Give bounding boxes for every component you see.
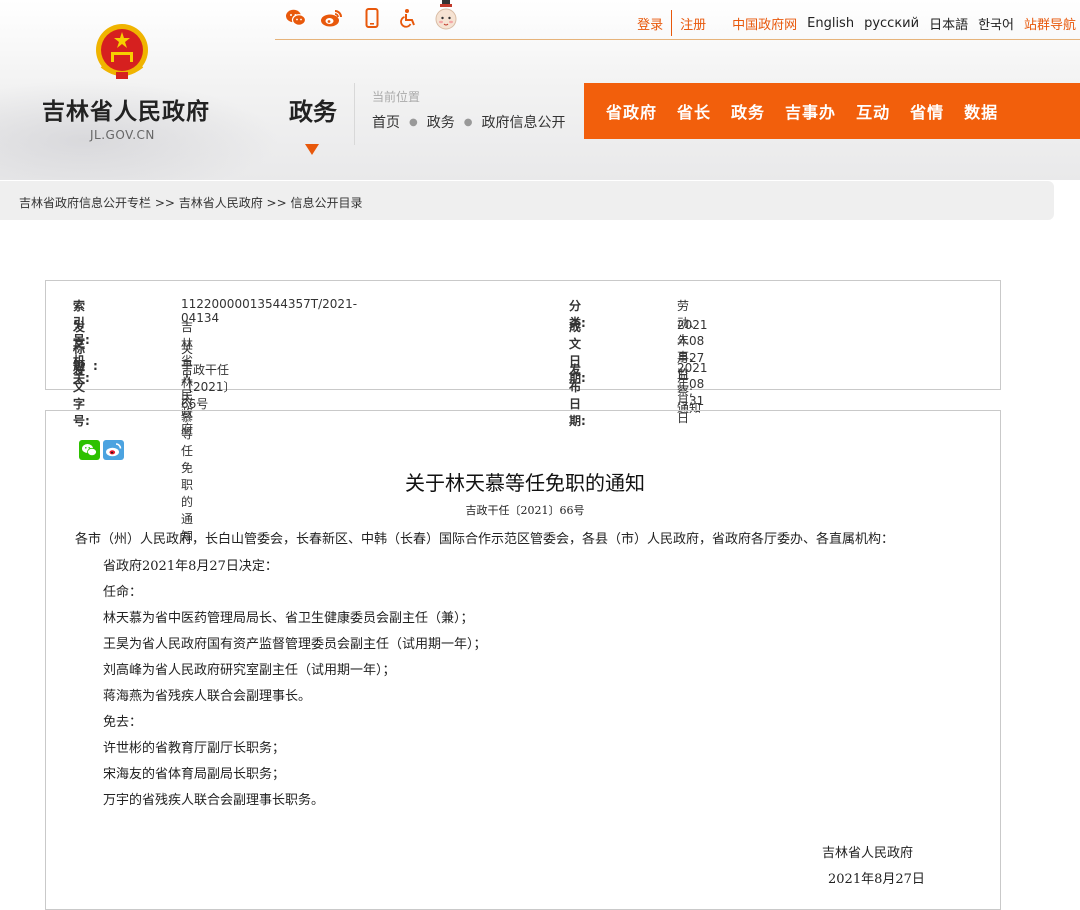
login-link[interactable]: 登录 (637, 14, 663, 33)
nav-item-data[interactable]: 数据 (964, 99, 998, 123)
article-line: 刘高峰为省人民政府研究室副主任（试用期一年）； (103, 663, 396, 678)
article-signature: 吉林省人民政府 (822, 846, 914, 861)
top-divider-line (275, 39, 1080, 40)
article-date: 2021年8月27日 (828, 872, 925, 887)
article-title: 关于林天慕等任免职的通知 (405, 471, 645, 495)
meta-docno-value: 吉政干任〔2021〕66号 (181, 363, 236, 411)
article-line: 蒋海燕为省残疾人联合会副理事长。 (103, 689, 312, 704)
location-home-link[interactable]: 首页 (372, 112, 400, 132)
top-links: 登录 注册 中国政府网 English русский 日本語 한국어 站群导航 (627, 10, 1076, 36)
nav-item-province-info[interactable]: 省情 (910, 99, 944, 123)
nav-item-jishiban[interactable]: 吉事办 (785, 99, 836, 123)
article-line: 许世彬的省教育厅副厅长职务； (103, 741, 286, 756)
mascot-icon[interactable] (432, 0, 460, 34)
location-info-link[interactable]: 政府信息公开 (481, 112, 565, 132)
korean-link[interactable]: 한국어 (978, 14, 1014, 33)
path-dot-icon: ● (409, 116, 418, 128)
nav-item-governor[interactable]: 省长 (677, 99, 711, 123)
article-line: 王昊为省人民政府国有资产监督管理委员会副主任（试用期一年）； (103, 637, 487, 652)
weibo-icon[interactable] (320, 5, 344, 31)
main-navigation: 省政府 省长 政务 吉事办 互动 省情 数据 (584, 83, 1080, 139)
china-gov-link[interactable]: 中国政府网 (732, 14, 797, 33)
russian-link[interactable]: русский (864, 16, 919, 31)
path-dot-icon: ● (463, 116, 473, 128)
share-weibo-icon[interactable] (103, 440, 124, 460)
share-wechat-icon[interactable] (79, 440, 100, 460)
site-group-nav-link[interactable]: 站群导航 (1024, 14, 1076, 33)
location-path: 首页 ● 政务 ● 政府信息公开 (372, 112, 565, 132)
article-line: 省政府2021年8月27日决定： (103, 559, 278, 574)
wechat-icon[interactable] (284, 5, 308, 31)
accessibility-icon[interactable] (397, 5, 421, 31)
article-addressee: 各市（州）人民政府，长白山管委会，长春新区、中韩（长春）国际合作示范区管委会，各… (75, 532, 895, 547)
article-line: 万宇的省残疾人联合会副理事长职务。 (103, 793, 325, 808)
article-line: 免去： (103, 715, 143, 730)
meta-index-value: 11220000013544357T/2021-04134 (181, 297, 358, 325)
section-title: 政务 (289, 98, 337, 126)
register-link[interactable]: 注册 (680, 14, 706, 33)
mobile-icon[interactable] (360, 5, 384, 31)
article-line: 林天慕为省中医药管理局局长、省卫生健康委员会副主任（兼）； (103, 611, 474, 626)
breadcrumb[interactable]: 吉林省政府信息公开专栏 >> 吉林省人民政府 >> 信息公开目录 (19, 194, 362, 211)
national-emblem-icon[interactable] (94, 22, 150, 82)
english-link[interactable]: English (807, 16, 854, 31)
site-name[interactable]: 吉林省人民政府 (42, 92, 210, 126)
nav-item-interaction[interactable]: 互动 (856, 99, 890, 123)
caret-down-icon (305, 144, 319, 155)
nav-item-province-gov[interactable]: 省政府 (606, 99, 657, 123)
article-line: 任命： (103, 585, 143, 600)
location-label: 当前位置 (372, 90, 421, 104)
location-affairs-link[interactable]: 政务 (427, 112, 455, 132)
article-doc-number: 吉政干任〔2021〕66号 (465, 504, 585, 517)
japanese-link[interactable]: 日本語 (929, 14, 968, 33)
article-line: 宋海友的省体育局副局长职务； (103, 767, 286, 782)
login-divider (671, 10, 673, 36)
section-divider (354, 83, 355, 145)
nav-item-affairs[interactable]: 政务 (731, 99, 765, 123)
site-domain: JL.GOV.CN (90, 128, 155, 142)
